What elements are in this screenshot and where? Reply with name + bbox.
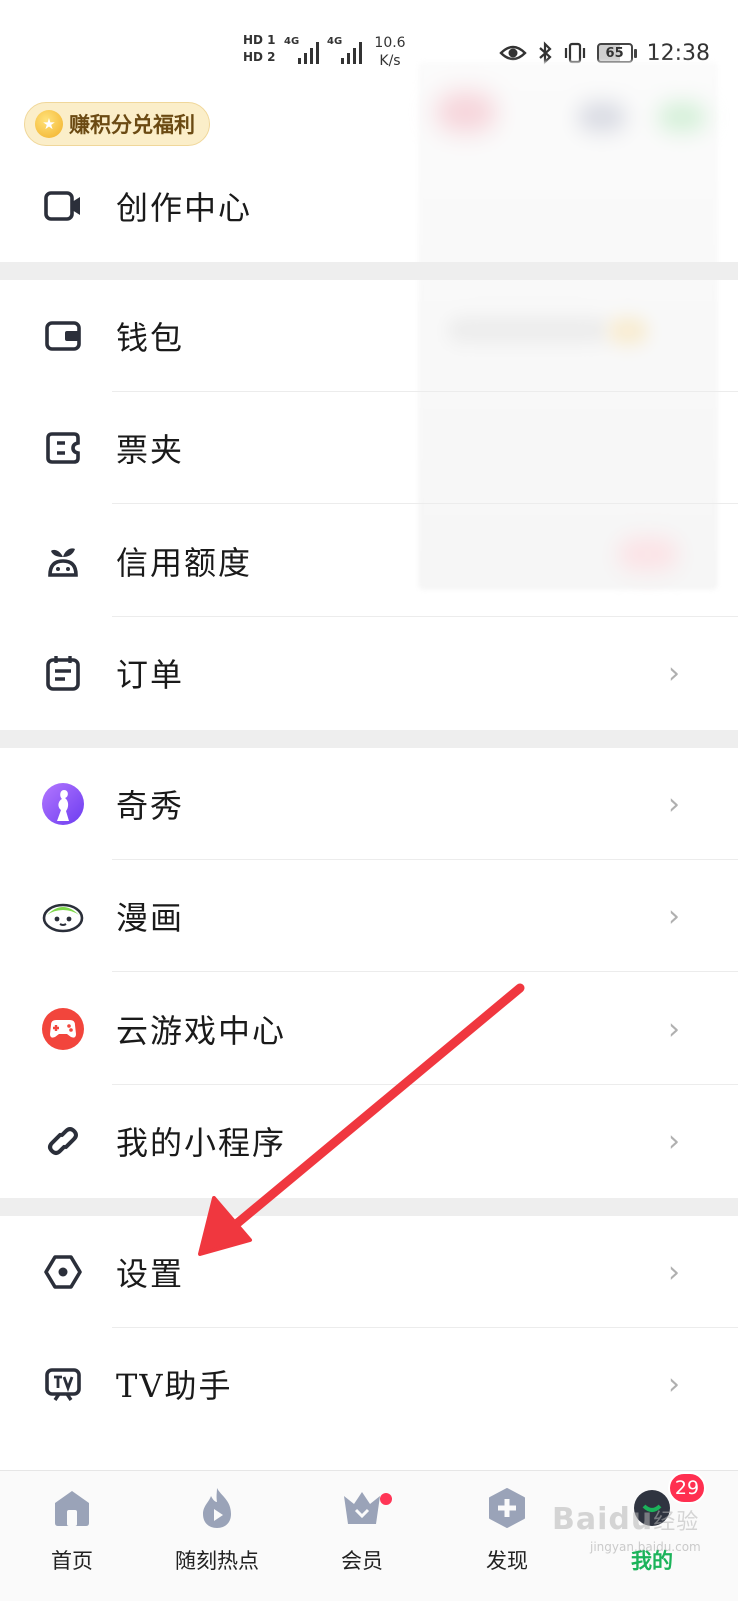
sim-indicator: HD 1 HD 2 (243, 32, 279, 66)
ticket-icon (42, 427, 84, 469)
row-divider (112, 503, 738, 504)
network-type-2: 4G (327, 36, 343, 47)
nav-discover[interactable]: 发现 (447, 1485, 567, 1575)
chevron-right-icon: › (668, 786, 680, 822)
earn-points-button[interactable]: ★ 赚积分兑福利 (24, 102, 210, 146)
menu-item-mini-programs[interactable]: 我的小程序 › (0, 1085, 738, 1197)
battery-icon: 65 (596, 43, 637, 63)
menu-label: 信用额度 (116, 544, 253, 582)
battery-level: 65 (596, 43, 633, 63)
menu-label: 设置 (116, 1255, 185, 1293)
qixiu-app-icon (42, 783, 84, 825)
sim2-label: HD 2 (243, 50, 276, 64)
menu-label: 票夹 (116, 431, 185, 469)
menu-item-orders[interactable]: 订单 › (0, 617, 738, 729)
nav-label: 发现 (486, 1549, 528, 1573)
section-divider (0, 730, 738, 748)
signal-bars-1-icon (298, 40, 319, 64)
menu-item-settings[interactable]: 设置 › (0, 1216, 738, 1328)
message-count-badge: 29 (668, 1472, 706, 1504)
menu-item-tickets[interactable]: 票夹 (0, 392, 738, 504)
home-icon (49, 1485, 95, 1531)
section-divider (0, 262, 738, 280)
menu-item-credit[interactable]: 信用额度 (0, 505, 738, 617)
flame-icon (194, 1485, 240, 1531)
order-list-icon (42, 652, 84, 694)
discover-plus-icon (484, 1485, 530, 1531)
video-camera-icon (42, 185, 84, 227)
eye-icon (498, 45, 527, 61)
chevron-right-icon: › (668, 655, 680, 691)
chevron-right-icon: › (668, 1123, 680, 1159)
nav-vip[interactable]: 会员 (302, 1485, 422, 1575)
earn-points-label: 赚积分兑福利 (69, 112, 195, 137)
menu-label: 创作中心 (116, 189, 253, 227)
menu-label: 钱包 (116, 319, 185, 357)
menu-label: 订单 (116, 656, 185, 694)
nav-home[interactable]: 首页 (12, 1485, 132, 1575)
link-chain-icon (42, 1120, 84, 1162)
menu-item-qixiu[interactable]: 奇秀 › (0, 748, 738, 860)
network-speed: 10.6 K/s (374, 35, 406, 69)
menu-label: TV助手 (116, 1367, 233, 1405)
menu-label: 漫画 (116, 899, 185, 937)
menu-item-creation-center[interactable]: 创作中心 (0, 150, 738, 262)
menu-label: 我的小程序 (116, 1124, 287, 1162)
settings-hexagon-icon (42, 1251, 84, 1293)
menu-label: 云游戏中心 (116, 1012, 287, 1050)
nav-label: 会员 (341, 1549, 383, 1573)
chevron-right-icon: › (668, 898, 680, 934)
nav-label: 随刻热点 (175, 1549, 259, 1573)
nav-hot[interactable]: 随刻热点 (157, 1485, 277, 1575)
wallet-icon (42, 315, 84, 357)
chevron-right-icon: › (668, 1366, 680, 1402)
comics-app-icon (42, 895, 84, 937)
menu-item-cloud-games[interactable]: 云游戏中心 › (0, 973, 738, 1085)
watermark-url: jingyan.baidu.com (590, 1540, 701, 1554)
vip-notification-dot (380, 1493, 392, 1505)
gamepad-app-icon (42, 1008, 84, 1050)
section-divider (0, 1198, 738, 1216)
chevron-right-icon: › (668, 1254, 680, 1290)
chevron-right-icon: › (668, 1011, 680, 1047)
signal-bars-2-icon (341, 40, 362, 64)
menu-item-tv-assistant[interactable]: TV助手 › (0, 1328, 738, 1440)
menu-item-comics[interactable]: 漫画 › (0, 860, 738, 972)
tv-icon (42, 1363, 84, 1405)
crown-icon (339, 1485, 385, 1531)
sim1-label: HD 1 (243, 33, 276, 47)
baidu-watermark: Baidu经验 (552, 1502, 700, 1537)
row-divider (112, 971, 738, 972)
network-type-1: 4G (284, 36, 300, 47)
nav-label: 首页 (51, 1549, 93, 1573)
star-coin-icon: ★ (35, 110, 63, 138)
menu-label: 奇秀 (116, 787, 185, 825)
sprout-pot-icon (42, 540, 84, 582)
menu-item-wallet[interactable]: 钱包 (0, 280, 738, 392)
